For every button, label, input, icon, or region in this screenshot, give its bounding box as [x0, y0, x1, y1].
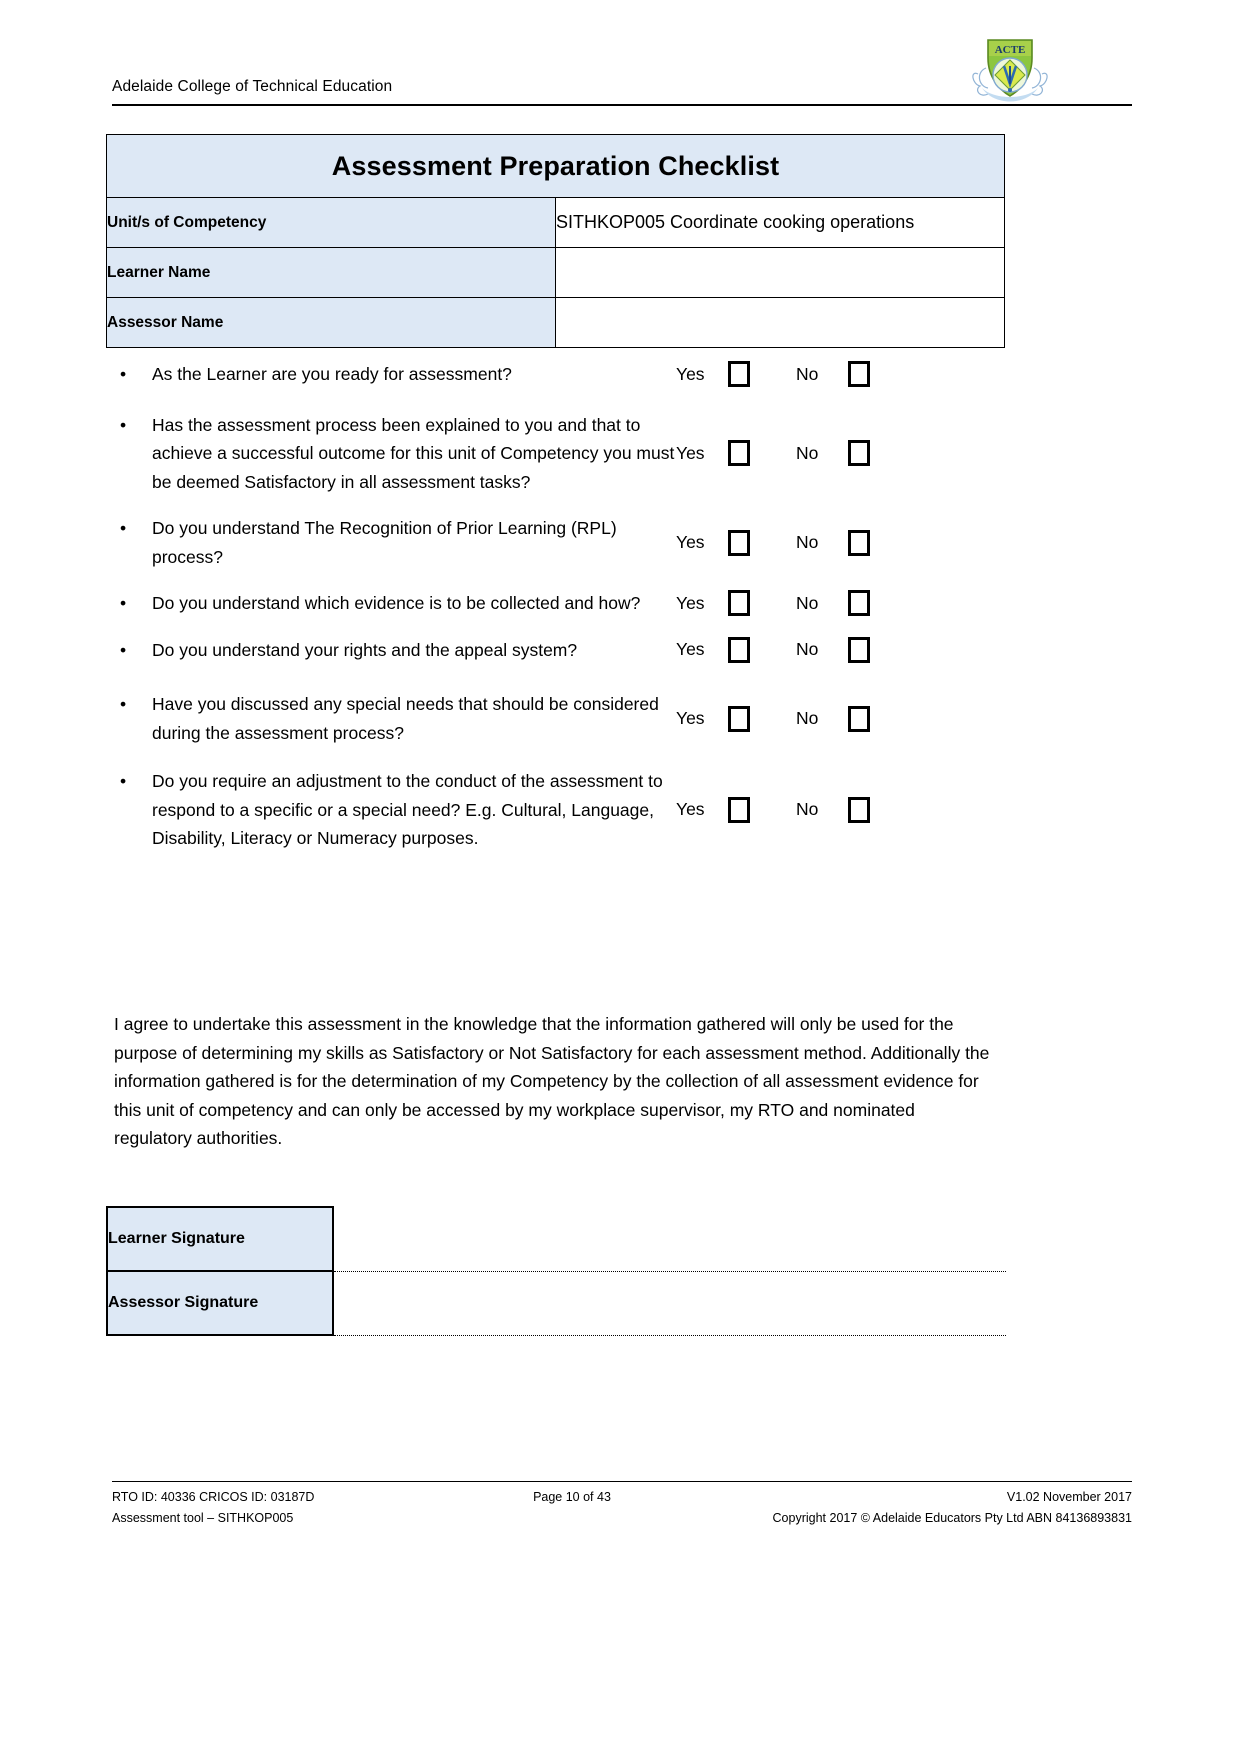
checklist-question-text: Do you understand which evidence is to b… — [152, 593, 641, 613]
checklist-question-text: Do you understand The Recognition of Pri… — [152, 518, 617, 567]
checklist-question: • Have you discussed any special needs t… — [106, 690, 676, 747]
learner-name-field[interactable] — [555, 247, 1005, 298]
checklist-question: • As the Learner are you ready for asses… — [106, 360, 676, 389]
checklist-item: • Do you understand your rights and the … — [106, 636, 1116, 665]
no-checkbox[interactable] — [848, 636, 870, 663]
no-checkbox[interactable] — [848, 361, 870, 388]
no-label: No — [796, 799, 819, 820]
no-checkbox[interactable] — [848, 796, 870, 823]
checklist-item: • Has the assessment process been explai… — [106, 411, 1116, 497]
yes-checkbox[interactable] — [728, 705, 750, 732]
bullet-icon: • — [120, 639, 127, 660]
unit-of-competency-label: Unit/s of Competency — [106, 197, 556, 248]
bullet-icon: • — [120, 364, 127, 384]
answer-group: Yes No — [676, 590, 1116, 617]
answer-group: Yes No — [676, 796, 1116, 823]
yes-label: Yes — [676, 363, 705, 384]
assessor-signature-field[interactable] — [333, 1271, 1006, 1336]
no-label: No — [796, 639, 819, 660]
checklist-question-text: Have you discussed any special needs tha… — [152, 694, 659, 743]
assessor-name-field[interactable] — [555, 297, 1005, 348]
checklist-question: • Do you understand your rights and the … — [106, 636, 676, 665]
checklist-question: • Do you understand The Recognition of P… — [106, 514, 676, 571]
footer-page-number: Page 10 of 43 — [533, 1490, 611, 1504]
checklist-item: • As the Learner are you ready for asses… — [106, 360, 1116, 389]
yes-label: Yes — [676, 708, 705, 728]
document-page: Adelaide College of Technical Education … — [0, 0, 1241, 1754]
document-footer: RTO ID: 40336 CRICOS ID: 03187D Page 10 … — [112, 1481, 1132, 1529]
yes-label: Yes — [676, 639, 705, 660]
footer-version: V1.02 November 2017 — [1006, 1490, 1132, 1504]
bullet-icon: • — [120, 414, 127, 435]
footer-rto-id: RTO ID: 40336 CRICOS ID: 03187D — [112, 1490, 315, 1504]
table-row: Assessor Signature — [106, 1270, 1006, 1336]
yes-checkbox[interactable] — [728, 440, 750, 467]
table-row: Assessor Name — [106, 297, 1005, 348]
checklist-question-text: Do you understand your rights and the ap… — [152, 639, 578, 660]
footer-assessment-tool: Assessment tool – SITHKOP005 — [112, 1511, 294, 1525]
unit-of-competency-value[interactable]: SITHKOP005 Coordinate cooking operations — [555, 197, 1005, 248]
checklist-item: • Have you discussed any special needs t… — [106, 690, 1116, 747]
yes-checkbox[interactable] — [728, 796, 750, 823]
assessor-signature-label: Assessor Signature — [106, 1270, 334, 1336]
learner-signature-field[interactable] — [333, 1207, 1006, 1272]
no-checkbox[interactable] — [848, 705, 870, 732]
bullet-icon: • — [120, 593, 127, 613]
yes-label: Yes — [676, 592, 705, 613]
yes-label: Yes — [676, 532, 705, 552]
yes-label: Yes — [676, 799, 705, 820]
no-label: No — [796, 363, 819, 384]
signature-table: Learner Signature Assessor Signature — [106, 1206, 1006, 1336]
header-divider — [112, 104, 1132, 106]
table-row-title: Assessment Preparation Checklist — [106, 134, 1005, 198]
answer-group: Yes No — [676, 529, 1116, 556]
checklist-question: • Has the assessment process been explai… — [106, 411, 676, 497]
no-label: No — [796, 592, 819, 613]
learner-name-label: Learner Name — [106, 247, 556, 298]
no-checkbox[interactable] — [848, 440, 870, 467]
answer-group: Yes No — [676, 705, 1116, 732]
svg-text:ACTE: ACTE — [995, 44, 1026, 56]
bullet-icon: • — [120, 518, 127, 538]
yes-checkbox[interactable] — [728, 529, 750, 556]
learner-signature-label: Learner Signature — [106, 1206, 334, 1272]
table-row: Learner Signature — [106, 1206, 1006, 1272]
no-label: No — [796, 442, 819, 463]
yes-checkbox[interactable] — [728, 636, 750, 663]
assessment-header-table: Assessment Preparation Checklist Unit/s … — [106, 134, 1005, 348]
bullet-icon: • — [120, 694, 127, 714]
checklist-item: • Do you understand which evidence is to… — [106, 589, 1116, 618]
bullet-icon: • — [120, 771, 127, 791]
checklist-item: • Do you require an adjustment to the co… — [106, 767, 1116, 853]
document-header: Adelaide College of Technical Education … — [112, 34, 1132, 106]
no-checkbox[interactable] — [848, 529, 870, 556]
checklist-question-text: As the Learner are you ready for assessm… — [152, 364, 512, 384]
college-crest-logo-icon: ACTE — [972, 39, 1048, 102]
answer-group: Yes No — [676, 361, 1116, 388]
no-label: No — [796, 532, 819, 552]
table-row: Learner Name — [106, 247, 1005, 298]
footer-copyright: Copyright 2017 © Adelaide Educators Pty … — [772, 1511, 1132, 1525]
organisation-name: Adelaide College of Technical Education — [112, 78, 393, 95]
no-checkbox[interactable] — [848, 590, 870, 617]
table-row: Unit/s of Competency SITHKOP005 Coordina… — [106, 197, 1005, 248]
answer-group: Yes No — [676, 440, 1116, 467]
footer-divider — [112, 1481, 1132, 1482]
checklist-item: • Do you understand The Recognition of P… — [106, 514, 1116, 571]
footer-row-2: Assessment tool – SITHKOP005 Copyright 2… — [112, 1508, 1132, 1529]
footer-row-1: RTO ID: 40336 CRICOS ID: 03187D Page 10 … — [112, 1487, 1132, 1508]
checklist-question-text: Has the assessment process been explaine… — [152, 414, 675, 492]
checklist-question-text: Do you require an adjustment to the cond… — [152, 771, 663, 848]
yes-checkbox[interactable] — [728, 590, 750, 617]
yes-checkbox[interactable] — [728, 361, 750, 388]
assessor-name-label: Assessor Name — [106, 297, 556, 348]
page-title: Assessment Preparation Checklist — [106, 134, 1005, 198]
checklist-question: • Do you understand which evidence is to… — [106, 589, 676, 618]
yes-label: Yes — [676, 442, 705, 463]
no-label: No — [796, 708, 819, 728]
checklist-question: • Do you require an adjustment to the co… — [106, 767, 676, 853]
checklist-section: • As the Learner are you ready for asses… — [106, 360, 1116, 867]
answer-group: Yes No — [676, 636, 1116, 663]
agreement-paragraph: I agree to undertake this assessment in … — [114, 1014, 990, 1148]
